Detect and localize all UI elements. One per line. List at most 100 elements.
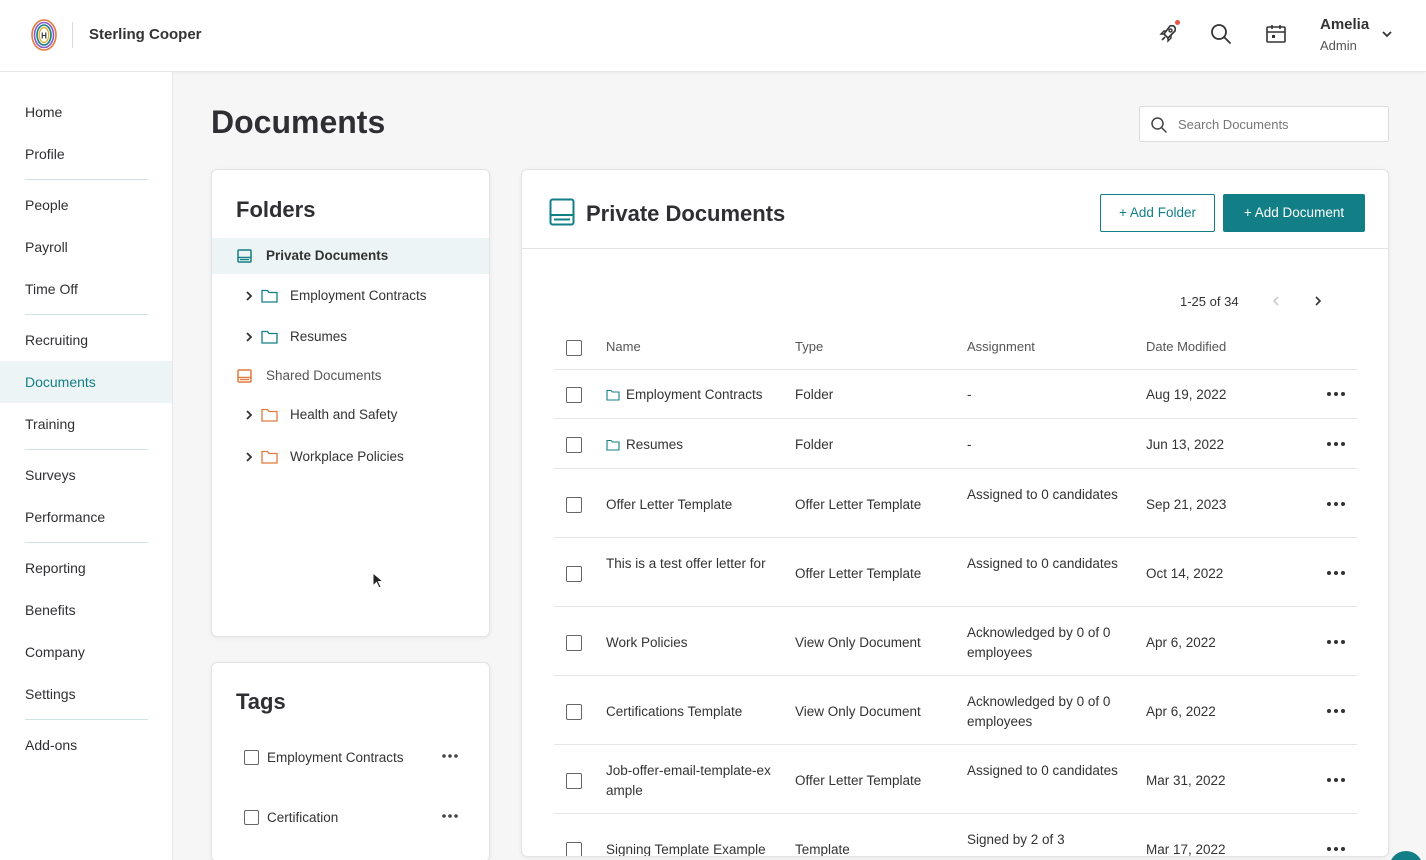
add-document-button[interactable]: + Add Document [1223, 194, 1365, 232]
chevron-down-icon[interactable] [1380, 27, 1394, 41]
rocket-icon[interactable] [1156, 22, 1180, 46]
table-row[interactable]: Work Policies View Only Document Acknowl… [554, 606, 1357, 675]
tag-label: Employment Contracts [267, 750, 404, 765]
sidebar-item-performance[interactable]: Performance [0, 496, 172, 538]
sidebar-item-surveys[interactable]: Surveys [0, 454, 172, 496]
row-name[interactable]: Offer Letter Template [606, 495, 781, 515]
drive-icon [549, 198, 575, 226]
column-header-name[interactable]: Name [606, 339, 641, 354]
sidebar-divider [25, 449, 148, 450]
add-folder-button[interactable]: + Add Folder [1100, 194, 1215, 232]
more-options-icon[interactable] [1325, 436, 1347, 452]
user-role: Admin [1320, 38, 1357, 53]
chevron-right-icon[interactable] [244, 290, 254, 302]
chevron-right-icon[interactable] [244, 451, 254, 463]
row-checkbox[interactable] [566, 635, 582, 651]
column-header-date-modified[interactable]: Date Modified [1146, 339, 1226, 354]
chevron-right-icon[interactable] [1312, 294, 1324, 308]
table-row[interactable]: Certifications Template View Only Docume… [554, 675, 1357, 744]
company-logo[interactable]: H [30, 18, 58, 52]
folder-item-workplace-policies[interactable]: Workplace Policies [212, 439, 489, 475]
row-name[interactable]: Employment Contracts [626, 385, 763, 405]
row-date: Apr 6, 2022 [1146, 635, 1216, 650]
documents-panel: Private Documents + Add Folder + Add Doc… [521, 169, 1389, 857]
row-name[interactable]: Work Policies [606, 633, 781, 653]
folder-icon [261, 289, 278, 303]
sidebar-item-documents[interactable]: Documents [0, 361, 172, 403]
more-options-icon[interactable] [440, 748, 460, 764]
folder-label: Shared Documents [266, 368, 382, 383]
row-name[interactable]: Certifications Template [606, 702, 781, 722]
folders-panel: Folders Private Documents Employment Con… [211, 169, 490, 637]
chevron-left-icon[interactable] [1270, 294, 1282, 308]
user-name[interactable]: Amelia [1320, 16, 1369, 33]
folder-item-private-documents[interactable]: Private Documents [212, 238, 489, 274]
table-row[interactable]: Employment Contracts Folder - Aug 19, 20… [554, 369, 1357, 418]
folder-item-resumes[interactable]: Resumes [212, 319, 489, 355]
row-checkbox[interactable] [566, 773, 582, 789]
row-checkbox[interactable] [566, 566, 582, 582]
row-assignment: Assigned to 0 candidates [967, 763, 1118, 778]
more-options-icon[interactable] [1325, 565, 1347, 581]
sidebar-item-profile[interactable]: Profile [0, 133, 172, 175]
sidebar-item-settings[interactable]: Settings [0, 673, 172, 715]
select-all-checkbox[interactable] [566, 340, 582, 356]
sidebar-item-company[interactable]: Company [0, 631, 172, 673]
row-name[interactable]: This is a test offer letter for [606, 554, 771, 574]
sidebar-item-time-off[interactable]: Time Off [0, 268, 172, 310]
search-documents-input[interactable] [1178, 107, 1383, 141]
table-row[interactable]: Offer Letter Template Offer Letter Templ… [554, 468, 1357, 537]
row-checkbox[interactable] [566, 497, 582, 513]
sidebar-item-training[interactable]: Training [0, 403, 172, 445]
folder-icon [261, 330, 278, 344]
more-options-icon[interactable] [1325, 703, 1347, 719]
folder-icon [261, 450, 278, 464]
logo-letter: H [41, 32, 47, 41]
folder-item-employment-contracts[interactable]: Employment Contracts [212, 278, 489, 314]
row-name[interactable]: Job-offer-email-template-example [606, 761, 776, 801]
row-checkbox[interactable] [566, 704, 582, 720]
chevron-right-icon[interactable] [244, 409, 254, 421]
row-checkbox[interactable] [566, 437, 582, 453]
column-header-type[interactable]: Type [795, 339, 823, 354]
search-box[interactable] [1139, 106, 1389, 142]
table-row[interactable]: This is a test offer letter for Offer Le… [554, 537, 1357, 606]
row-type: Folder [795, 437, 834, 452]
search-icon[interactable] [1209, 22, 1233, 46]
sidebar-item-benefits[interactable]: Benefits [0, 589, 172, 631]
tag-checkbox[interactable] [244, 750, 259, 765]
row-checkbox[interactable] [566, 387, 582, 403]
help-button[interactable] [1389, 851, 1423, 860]
folder-item-shared-documents[interactable]: Shared Documents [212, 358, 489, 394]
table-row[interactable]: Resumes Folder - Jun 13, 2022 [554, 418, 1357, 468]
more-options-icon[interactable] [1325, 634, 1347, 650]
row-assignment: Assigned to 0 candidates [967, 487, 1118, 502]
sidebar-item-home[interactable]: Home [0, 91, 172, 133]
sidebar-item-recruiting[interactable]: Recruiting [0, 319, 172, 361]
more-options-icon[interactable] [1325, 386, 1347, 402]
more-options-icon[interactable] [1325, 772, 1347, 788]
row-name[interactable]: Resumes [626, 435, 683, 455]
column-header-assignment[interactable]: Assignment [967, 339, 1035, 354]
sidebar-item-reporting[interactable]: Reporting [0, 547, 172, 589]
folder-item-health-and-safety[interactable]: Health and Safety [212, 397, 489, 433]
row-assignment: Assigned to 0 candidates [967, 556, 1118, 571]
more-options-icon[interactable] [1325, 496, 1347, 512]
calendar-icon[interactable] [1264, 22, 1288, 46]
more-options-icon[interactable] [440, 808, 460, 824]
row-date: Aug 19, 2022 [1146, 387, 1227, 402]
sidebar-item-add-ons[interactable]: Add-ons [0, 724, 172, 766]
row-type: Offer Letter Template [795, 773, 922, 788]
row-checkbox[interactable] [566, 842, 582, 856]
sidebar-item-payroll[interactable]: Payroll [0, 226, 172, 268]
more-options-icon[interactable] [1325, 841, 1347, 857]
row-name[interactable]: Signing Template Example [606, 840, 786, 856]
table-row[interactable]: Job-offer-email-template-example Offer L… [554, 744, 1357, 813]
sidebar-item-people[interactable]: People [0, 184, 172, 226]
table-row[interactable]: Signing Template Example Template Signed… [554, 813, 1357, 857]
tag-checkbox[interactable] [244, 810, 259, 825]
company-name: Sterling Cooper [89, 26, 202, 43]
row-date: Jun 13, 2022 [1146, 437, 1225, 452]
folder-icon [606, 389, 620, 401]
chevron-right-icon[interactable] [244, 331, 254, 343]
